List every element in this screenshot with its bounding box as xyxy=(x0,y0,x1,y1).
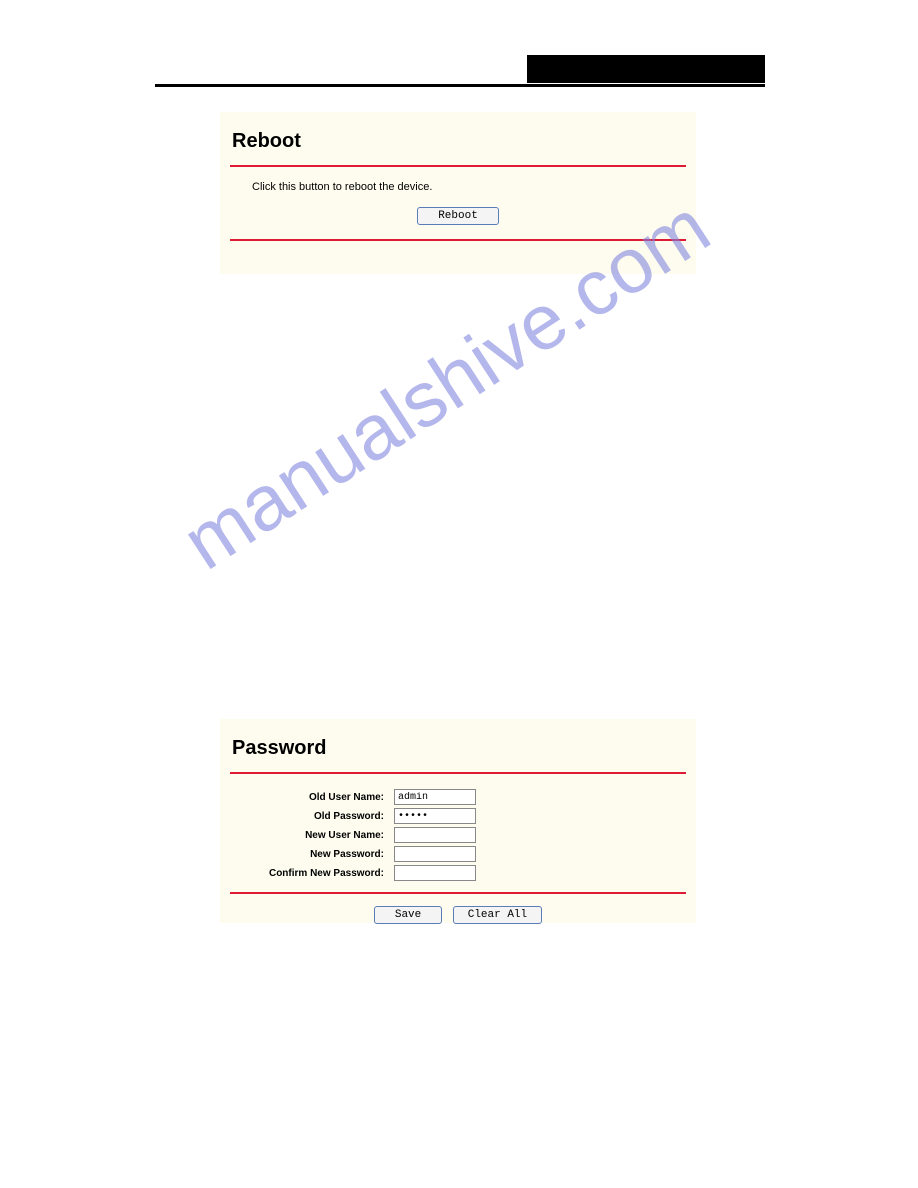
confirm-password-input[interactable] xyxy=(394,865,476,881)
divider xyxy=(230,772,686,774)
new-password-label: New Password: xyxy=(220,849,394,860)
reboot-instruction: Click this button to reboot the device. xyxy=(220,173,696,201)
reboot-button-row: Reboot xyxy=(220,201,696,229)
form-row-new-password: New Password: xyxy=(220,846,696,862)
password-panel: Password Old User Name: Old Password: Ne… xyxy=(220,719,696,923)
password-button-row: Save Clear All xyxy=(220,900,696,928)
save-button[interactable]: Save xyxy=(374,906,442,924)
old-password-input[interactable] xyxy=(394,808,476,824)
reboot-title: Reboot xyxy=(220,112,696,159)
new-password-input[interactable] xyxy=(394,846,476,862)
form-row-old-password: Old Password: xyxy=(220,808,696,824)
old-password-label: Old Password: xyxy=(220,811,394,822)
form-row-confirm-password: Confirm New Password: xyxy=(220,865,696,881)
reboot-button[interactable]: Reboot xyxy=(417,207,499,225)
reboot-panel: Reboot Click this button to reboot the d… xyxy=(220,112,696,274)
new-username-input[interactable] xyxy=(394,827,476,843)
form-row-new-username: New User Name: xyxy=(220,827,696,843)
old-username-label: Old User Name: xyxy=(220,792,394,803)
page-header xyxy=(155,55,765,87)
divider xyxy=(230,892,686,894)
old-username-input[interactable] xyxy=(394,789,476,805)
password-form: Old User Name: Old Password: New User Na… xyxy=(220,780,696,886)
header-black-box xyxy=(527,55,765,83)
password-title: Password xyxy=(220,719,696,766)
divider xyxy=(230,239,686,241)
form-row-old-username: Old User Name: xyxy=(220,789,696,805)
new-username-label: New User Name: xyxy=(220,830,394,841)
confirm-password-label: Confirm New Password: xyxy=(220,868,394,879)
divider xyxy=(230,165,686,167)
clear-all-button[interactable]: Clear All xyxy=(453,906,542,924)
